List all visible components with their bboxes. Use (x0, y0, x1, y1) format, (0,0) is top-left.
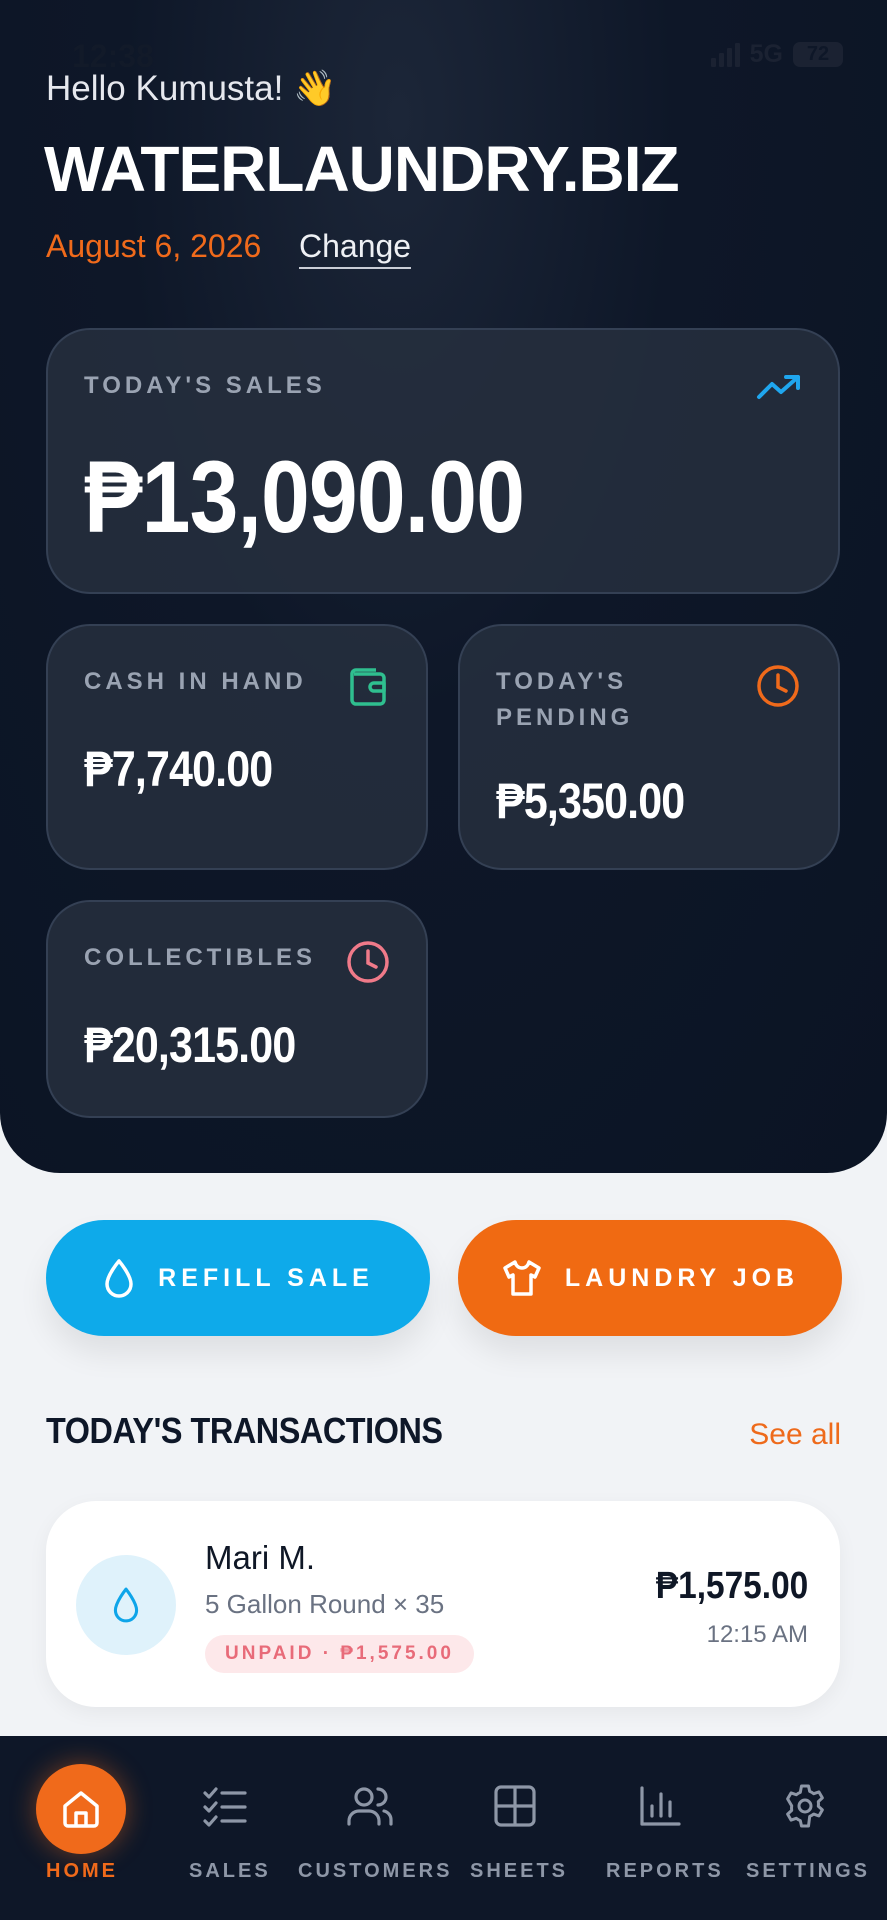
today-pending-label-line1: TODAY'S (496, 668, 628, 695)
transaction-amount: ₱1,575.00 (655, 1565, 808, 1607)
dashboard-header: 12:38 5G 72 Hello Kumusta! 👋 WATERLAUNDR… (0, 0, 887, 1173)
collectibles-card[interactable]: COLLECTIBLES ₱20,315.00 (46, 900, 428, 1118)
water-drop-icon (105, 1259, 133, 1298)
grid-icon (485, 1776, 545, 1836)
today-sales-label: TODAY'S SALES (84, 372, 326, 399)
today-sales-value: ₱13,090.00 (84, 440, 525, 554)
transaction-time: 12:15 AM (706, 1621, 808, 1648)
home-icon (36, 1764, 126, 1854)
nav-item-home[interactable]: HOME (0, 1736, 162, 1920)
battery-icon: 72 (793, 42, 843, 67)
laundry-job-label: LAUNDRY JOB (564, 1263, 800, 1292)
nav-item-settings[interactable]: SETTINGS (740, 1736, 880, 1920)
collectibles-value: ₱20,315.00 (84, 1017, 296, 1073)
shirt-icon (503, 1260, 541, 1296)
change-date-link[interactable]: Change (299, 228, 412, 269)
nav-item-sheets[interactable]: SHEETS (452, 1736, 578, 1920)
today-pending-card[interactable]: TODAY'S PENDING ₱5,350.00 (458, 624, 840, 870)
wallet-icon (348, 666, 390, 711)
collectibles-label: COLLECTIBLES (84, 944, 316, 971)
trending-up-icon (756, 372, 802, 407)
refill-sale-button[interactable]: REFILL SALE (46, 1220, 430, 1336)
nav-label-reports: REPORTS (606, 1860, 724, 1882)
nav-label-sales: SALES (189, 1860, 271, 1882)
clock-icon (756, 664, 800, 713)
nav-label-home: HOME (46, 1860, 118, 1882)
nav-label-sheets: SHEETS (470, 1860, 569, 1882)
nav-item-reports[interactable]: REPORTS (598, 1736, 722, 1920)
signal-icon (710, 42, 740, 67)
nav-item-sales[interactable]: SALES (162, 1736, 288, 1920)
status-indicators: 5G 72 (710, 40, 843, 69)
business-name: WATERLAUNDRY.BIZ (44, 133, 680, 205)
water-drop-icon (76, 1555, 176, 1655)
refill-sale-label: REFILL SALE (158, 1263, 374, 1292)
unpaid-badge: UNPAID · ₱1,575.00 (205, 1635, 474, 1673)
bottom-navigation: HOME SALES CUSTOMERS SHEETS REPORTS SETT… (0, 1736, 887, 1920)
bar-chart-icon (630, 1776, 690, 1836)
network-type: 5G (749, 40, 783, 68)
greeting-text: Hello Kumusta! 👋 (46, 69, 337, 108)
selected-date: August 6, 2026 (46, 228, 262, 264)
laundry-job-button[interactable]: LAUNDRY JOB (458, 1220, 842, 1336)
nav-item-customers[interactable]: CUSTOMERS (288, 1736, 452, 1920)
gear-icon (775, 1776, 835, 1836)
nav-label-customers: CUSTOMERS (298, 1860, 453, 1882)
customer-name: Mari M. (205, 1539, 315, 1576)
transaction-description: 5 Gallon Round × 35 (205, 1589, 445, 1619)
transaction-row[interactable]: Mari M. 5 Gallon Round × 35 UNPAID · ₱1,… (46, 1501, 840, 1707)
checklist-icon (195, 1776, 255, 1836)
cash-in-hand-value: ₱7,740.00 (84, 741, 273, 797)
users-icon (340, 1776, 400, 1836)
cash-in-hand-label: CASH IN HAND (84, 668, 307, 695)
see-all-link[interactable]: See all (749, 1418, 841, 1452)
today-pending-value: ₱5,350.00 (496, 773, 685, 829)
cash-in-hand-card[interactable]: CASH IN HAND ₱7,740.00 (46, 624, 428, 870)
clock-icon (346, 940, 390, 989)
transactions-title: TODAY'S TRANSACTIONS (46, 1410, 443, 1451)
today-pending-label-line2: PENDING (496, 704, 634, 731)
today-sales-card[interactable]: TODAY'S SALES ₱13,090.00 (46, 328, 840, 594)
nav-label-settings: SETTINGS (746, 1860, 871, 1882)
